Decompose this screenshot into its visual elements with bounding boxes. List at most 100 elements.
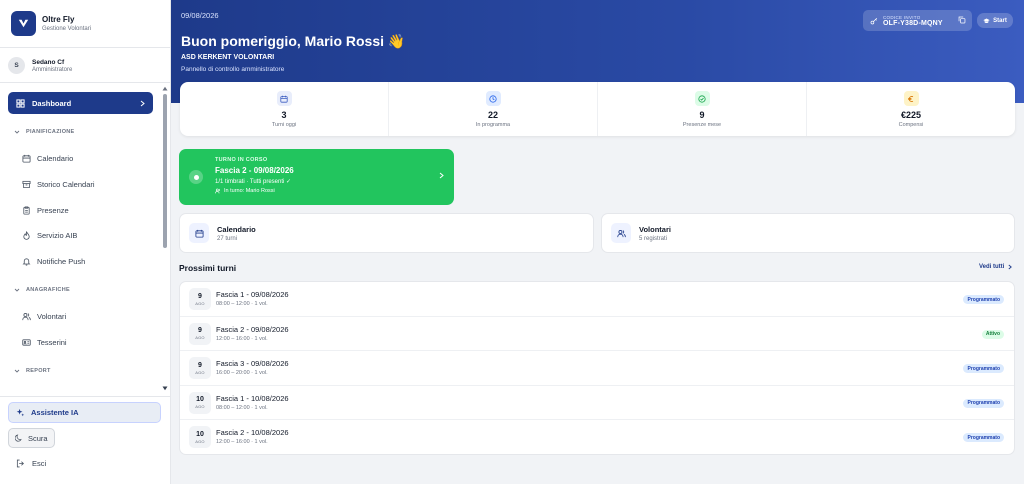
shift-time: 16:00 – 20:00 · 1 vol. [216,370,268,377]
status-badge: Programmato [963,295,1004,304]
stat-label: Presenze mese [682,122,722,128]
scroll-down-arrow-icon[interactable] [162,386,168,391]
moon-icon [15,434,23,442]
sidebar-scrollbar-thumb[interactable] [163,94,167,248]
key-icon [870,17,878,25]
current-shift-card[interactable]: TURNO IN CORSO Fascia 2 - 09/08/2026 1/1… [179,149,454,205]
users-icon [215,188,221,194]
brand[interactable]: Oltre Fly Gestione Volontari [11,11,91,36]
shift-assignee: In turno: Mario Rossi [215,188,275,194]
status-badge: Programmato [963,398,1004,408]
logout-button[interactable]: Esci [16,459,46,468]
section-pianificazione[interactable]: PIANIFICAZIONE [14,129,75,135]
users-icon [611,223,631,243]
archive-icon [22,180,31,189]
chevron-right-icon [140,100,145,107]
stat-value: 9 [699,110,705,120]
sidebar-item-notifiche-push[interactable]: Notifiche Push [22,257,85,266]
sidebar-item-tesserini[interactable]: Tesserini [22,338,67,347]
stat-label: In programma [475,122,511,128]
calendar-icon [189,223,209,243]
invite-code-value: OLF-Y38D-MQNY [883,19,943,27]
app-logo-icon [11,11,36,36]
logout-icon [16,459,25,468]
section-anagrafiche[interactable]: ANAGRAFICHE [14,287,70,293]
invite-code-box[interactable]: CODICE INVITO OLF-Y38D-MQNY [863,10,972,31]
check-circle-icon [694,91,710,106]
stat-turni-oggi[interactable]: 3 Turni oggi [180,82,389,136]
stat-presenze-mese[interactable]: 9 Presenze mese [598,82,807,136]
stats-bar: 3 Turni oggi 22 In programma 9 Presenze … [180,82,1015,136]
sparkles-icon [16,408,25,417]
start-button[interactable]: Start [977,13,1013,28]
copy-icon[interactable] [958,16,966,24]
sidebar-item-servizio-aib[interactable]: Servizio AIB [22,231,77,240]
divider [0,82,170,83]
flame-icon [22,231,31,240]
sidebar-item-dashboard[interactable]: Dashboard [8,92,153,114]
divider [0,47,170,48]
clock-icon [485,91,501,106]
shift-title: Fascia 1 - 09/08/2026 [216,290,289,299]
stat-value: 22 [487,110,498,120]
chevron-down-icon [14,288,20,292]
current-date: 09/08/2026 [181,11,219,20]
stat-in-programma[interactable]: 22 In programma [389,82,598,136]
sidebar-item-label: Dashboard [32,98,72,108]
sidebar-item-calendario[interactable]: Calendario [22,154,73,163]
sidebar-item-storico-calendari[interactable]: Storico Calendari [22,180,95,189]
chevron-right-icon [439,172,444,179]
stat-value: 3 [281,110,287,120]
shift-row[interactable]: 9 AGO Fascia 1 - 09/08/2026 08:00 – 12:0… [180,282,1014,317]
stat-label: Compensi [898,122,924,128]
calendar-quick-card[interactable]: Calendario 27 turni [179,213,594,253]
view-all-link[interactable]: Vedi tutti [979,264,1013,270]
panel-subtitle: Pannello di controllo amministratore [181,66,285,73]
chevron-right-icon [1008,264,1013,270]
upcoming-shifts-title: Prossimi turni [179,263,237,273]
quick-card-subtitle: 27 turni [217,235,238,242]
shift-time: 12:00 – 16:00 · 1 vol. [216,335,268,342]
quick-card-subtitle: 5 registrati [639,235,668,242]
brand-name: Oltre Fly [42,15,75,24]
organization-name: ASD KERKENT VOLONTARI [181,54,275,61]
shift-date: 10 AGO [189,426,211,449]
volunteers-quick-card[interactable]: Volontari 5 registrati [601,213,1015,253]
status-badge: Attivo [981,329,1004,339]
user-role: Amministratore [32,66,73,73]
euro-icon [903,91,919,106]
status-badge: Programmato [963,433,1004,443]
stat-compensi[interactable]: €225 Compensi [807,82,1015,136]
graduation-cap-icon [983,18,990,24]
shift-date: 9 AGO [189,288,211,310]
shift-date: 10 AGO [189,391,211,414]
calendar-icon [22,154,31,163]
quick-card-title: Calendario [217,224,256,234]
section-report[interactable]: REPORT [14,368,51,374]
shift-time: 12:00 – 16:00 · 1 vol. [216,439,268,446]
shift-row[interactable]: 10 AGO Fascia 1 - 10/08/2026 08:00 – 12:… [180,386,1014,421]
shift-time: 08:00 – 12:00 · 1 vol. [216,404,268,411]
stat-label: Turni oggi [271,122,297,128]
shift-title: Fascia 3 - 09/08/2026 [216,359,289,369]
shift-badge: TURNO IN CORSO [215,157,268,163]
chevron-down-icon [14,130,20,134]
shift-row[interactable]: 9 AGO Fascia 2 - 09/08/2026 12:00 – 16:0… [180,317,1014,352]
shift-title: Fascia 2 - 10/08/2026 [216,428,289,438]
user-profile[interactable]: S Sedano Cf Amministratore [8,57,72,74]
ai-assistant-button[interactable]: Assistente IA [8,402,161,423]
shift-status: 1/1 timbrati · Tutti presenti ✓ [215,179,292,185]
shift-title: Fascia 1 - 10/08/2026 [216,393,289,403]
shift-date: 9 AGO [189,357,211,380]
shift-row[interactable]: 10 AGO Fascia 2 - 10/08/2026 12:00 – 16:… [180,420,1014,454]
dark-mode-toggle[interactable]: Scura [8,428,55,448]
id-card-icon [22,338,31,347]
sidebar-item-presenze[interactable]: Presenze [22,206,69,215]
shift-title: Fascia 2 - 09/08/2026 [215,166,294,175]
dashboard-icon [16,98,25,108]
sidebar-item-volontari[interactable]: Volontari [22,312,66,321]
scroll-up-arrow-icon[interactable] [162,86,168,91]
shift-time: 08:00 – 12:00 · 1 vol. [216,301,268,307]
shift-row[interactable]: 9 AGO Fascia 3 - 09/08/2026 16:00 – 20:0… [180,351,1014,386]
stat-value: €225 [900,110,922,120]
